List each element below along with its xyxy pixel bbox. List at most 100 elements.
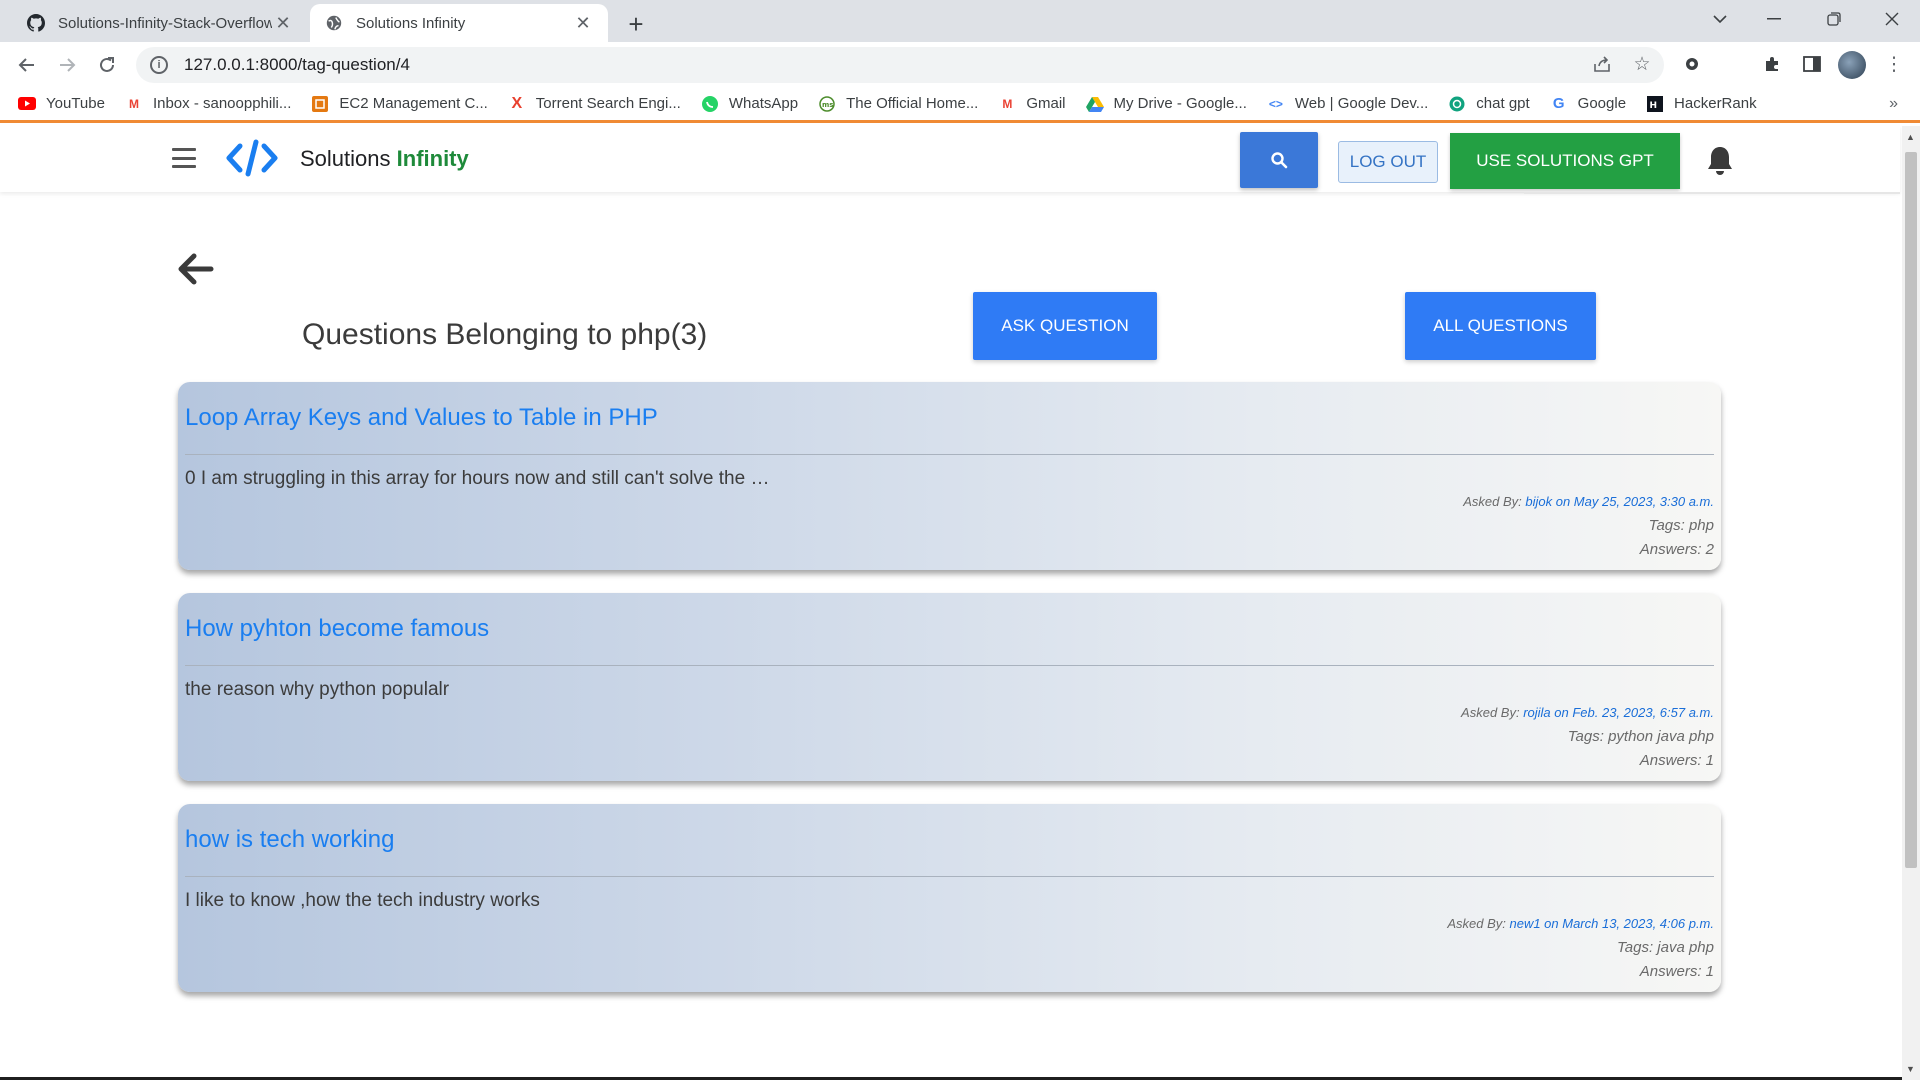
gmail-icon: M — [128, 96, 139, 111]
menu-kebab-icon[interactable]: ⋮ — [1878, 48, 1910, 80]
bookmark-label: YouTube — [46, 95, 105, 112]
question-asked-by: Asked By: new1 on March 13, 2023, 4:06 p… — [1447, 916, 1714, 931]
bookmark-label: My Drive - Google... — [1113, 95, 1247, 112]
card-divider — [185, 454, 1714, 455]
close-window-icon[interactable] — [1864, 0, 1920, 38]
question-title-link[interactable]: How pyhton become famous — [185, 615, 489, 643]
hamburger-menu-icon[interactable] — [172, 148, 196, 168]
site-icon: ms — [818, 95, 836, 113]
svg-text:ms: ms — [822, 101, 833, 109]
asked-by-user[interactable]: rojila on Feb. 23, 2023, 6:57 a.m. — [1523, 705, 1714, 720]
all-questions-button[interactable]: ALL QUESTIONS — [1405, 292, 1596, 360]
card-divider — [185, 665, 1714, 666]
svg-text:H: H — [1650, 101, 1658, 111]
side-panel-icon[interactable] — [1796, 48, 1828, 80]
hackerrank-icon: H — [1646, 95, 1664, 113]
bookmark-torrent[interactable]: X Torrent Search Engi... — [508, 94, 681, 113]
github-icon — [26, 13, 46, 33]
forward-icon[interactable] — [50, 48, 84, 82]
bookmark-label: Torrent Search Engi... — [535, 95, 681, 112]
browser-tab-solutions-infinity[interactable]: Solutions Infinity ✕ — [310, 4, 608, 42]
question-answers-count: Answers: 2 — [1639, 541, 1714, 558]
use-solutions-gpt-button[interactable]: USE SOLUTIONS GPT — [1450, 133, 1680, 189]
site-info-icon[interactable]: i — [150, 56, 168, 74]
bookmark-label: EC2 Management C... — [339, 95, 488, 112]
torrent-icon: X — [511, 94, 523, 112]
back-arrow-icon[interactable] — [176, 252, 214, 286]
page-title: Questions Belonging to php(3) — [302, 318, 708, 351]
bookmark-label: Web | Google Dev... — [1294, 95, 1429, 112]
youtube-icon — [18, 95, 36, 113]
asked-by-prefix: Asked By: — [1447, 916, 1506, 931]
scroll-down-icon[interactable]: ▼ — [1906, 1064, 1915, 1074]
extensions-puzzle-icon[interactable] — [1756, 48, 1788, 80]
site-header: Solutions Infinity LOG OUT USE SOLUTIONS… — [0, 126, 1900, 194]
restore-icon[interactable] — [1806, 0, 1862, 38]
bookmark-gmail[interactable]: M Gmail — [998, 95, 1065, 113]
bookmark-drive[interactable]: My Drive - Google... — [1085, 95, 1247, 113]
bookmark-chatgpt[interactable]: chat gpt — [1448, 95, 1530, 113]
bookmark-google-dev[interactable]: <> Web | Google Dev... — [1267, 95, 1428, 113]
question-answers-count: Answers: 1 — [1639, 963, 1714, 980]
question-answers-count: Answers: 1 — [1639, 752, 1714, 769]
bookmark-google[interactable]: G Google — [1550, 95, 1626, 113]
question-tags: Tags: python java php — [1567, 728, 1714, 745]
bookmark-label: chat gpt — [1476, 95, 1530, 112]
question-title-link[interactable]: Loop Array Keys and Values to Table in P… — [185, 404, 658, 432]
page-viewport: Solutions Infinity LOG OUT USE SOLUTIONS… — [0, 126, 1920, 1080]
back-icon[interactable] — [10, 48, 44, 82]
bookmark-label: HackerRank — [1674, 95, 1757, 112]
question-card: how is tech working I like to know ,how … — [178, 804, 1721, 992]
asked-by-prefix: Asked By: — [1461, 705, 1520, 720]
bookmark-label: Inbox - sanoopphili... — [152, 95, 292, 112]
bookmark-ec2[interactable]: EC2 Management C... — [311, 95, 488, 113]
code-logo-icon[interactable] — [226, 138, 278, 178]
drive-icon — [1085, 95, 1104, 113]
new-tab-icon[interactable]: + — [620, 8, 652, 40]
scrollbar-thumb[interactable] — [1905, 152, 1917, 868]
bookmark-label: WhatsApp — [728, 95, 799, 112]
search-button[interactable] — [1240, 132, 1318, 188]
asked-by-user[interactable]: new1 on March 13, 2023, 4:06 p.m. — [1509, 916, 1714, 931]
tab-close-icon[interactable]: ✕ — [572, 13, 594, 34]
bookmark-whatsapp[interactable]: WhatsApp — [701, 95, 798, 113]
tab-search-chevron-icon[interactable] — [1692, 0, 1748, 38]
question-excerpt: I like to know ,how the tech industry wo… — [185, 890, 540, 911]
bookmark-label: Google — [1577, 95, 1627, 112]
bookmarks-overflow-icon[interactable]: » — [1889, 95, 1898, 113]
address-bar[interactable]: i 127.0.0.1:8000/tag-question/4 — [136, 47, 1664, 83]
page-scrollbar[interactable]: ▲ ▼ — [1902, 126, 1920, 1080]
question-title-link[interactable]: how is tech working — [185, 826, 394, 854]
code-icon: <> — [1268, 96, 1283, 111]
gmail-icon: M — [1002, 96, 1013, 111]
logout-button[interactable]: LOG OUT — [1338, 141, 1438, 183]
minimize-icon[interactable] — [1746, 0, 1802, 38]
bookmark-inbox[interactable]: M Inbox - sanoopphili... — [125, 95, 291, 113]
bookmark-official-home[interactable]: ms The Official Home... — [818, 95, 978, 113]
tab-title: Solutions-Infinity-Stack-Overflow — [58, 14, 272, 32]
question-card: Loop Array Keys and Values to Table in P… — [178, 382, 1721, 570]
tab-close-icon[interactable]: ✕ — [272, 13, 294, 34]
asked-by-user[interactable]: bijok on May 25, 2023, 3:30 a.m. — [1525, 494, 1714, 509]
reload-icon[interactable] — [90, 48, 124, 82]
question-excerpt: the reason why python populalr — [185, 679, 450, 700]
brand-accent: Infinity — [396, 146, 469, 171]
bookmark-youtube[interactable]: YouTube — [18, 95, 105, 113]
extension-shield-icon[interactable] — [1676, 48, 1708, 80]
share-icon[interactable] — [1586, 48, 1618, 80]
notification-bell-icon[interactable] — [1706, 144, 1734, 176]
whatsapp-icon — [701, 95, 719, 113]
browser-tab-github[interactable]: Solutions-Infinity-Stack-Overflow ✕ — [12, 4, 308, 42]
browser-toolbar: i 127.0.0.1:8000/tag-question/4 ☆ ⋮ — [0, 42, 1920, 87]
question-tags: Tags: php — [1648, 517, 1714, 534]
bookmark-star-icon[interactable]: ☆ — [1626, 48, 1658, 80]
question-card: How pyhton become famous the reason why … — [178, 593, 1721, 781]
bookmark-label: The Official Home... — [846, 95, 979, 112]
bookmark-hackerrank[interactable]: H HackerRank — [1646, 95, 1757, 113]
ask-question-button[interactable]: ASK QUESTION — [973, 292, 1157, 360]
browser-tabstrip: Solutions-Infinity-Stack-Overflow ✕ Solu… — [0, 0, 1920, 42]
question-excerpt: 0 I am struggling in this array for hour… — [185, 468, 770, 489]
scroll-up-icon[interactable]: ▲ — [1906, 132, 1915, 142]
profile-avatar[interactable] — [1838, 51, 1866, 79]
site-brand[interactable]: Solutions Infinity — [300, 146, 469, 172]
